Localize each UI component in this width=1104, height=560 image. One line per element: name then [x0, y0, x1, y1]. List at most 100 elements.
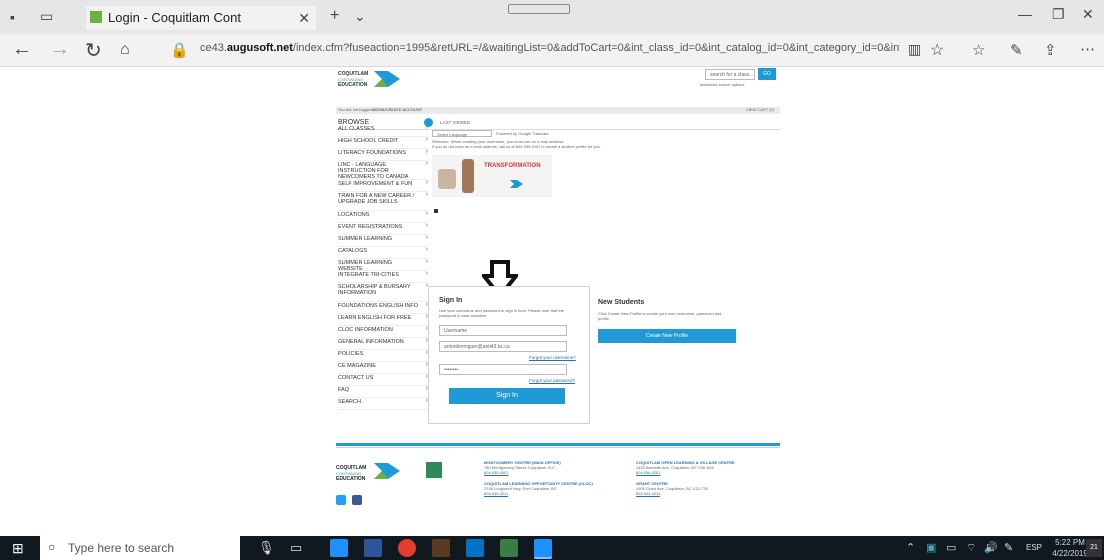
back-icon[interactable]: ← [12, 38, 32, 61]
sidebar-item[interactable]: SEARCH › [338, 397, 428, 410]
sign-in-button[interactable]: Sign In [449, 388, 565, 404]
edge-icon[interactable] [330, 539, 348, 557]
sidebar-item-label: HIGH SCHOOL CREDIT [338, 138, 399, 144]
chrome-icon[interactable] [398, 539, 416, 557]
tab-title: Login - Coquitlam Cont [108, 10, 241, 25]
drag-handle-icon [508, 4, 570, 14]
sidebar-item[interactable]: LINC - LANGUAGE INSTRUCTION FOR NEWCOMER… [338, 160, 428, 180]
home-icon[interactable]: ⌂ [120, 41, 130, 59]
sidebar-item-label: CLOC INFORMATION [338, 327, 393, 333]
browser-tab[interactable]: Login - Coquitlam Cont ✕ [86, 6, 316, 30]
site-logo[interactable]: COQUITLAM CONTINUING EDUCATION [338, 71, 368, 88]
sidebar-item-label: FAQ [338, 387, 350, 393]
advanced-search-link[interactable]: advanced search options [700, 82, 744, 87]
forgot-password-link[interactable]: Forgot your password? [529, 378, 575, 383]
minimize-icon[interactable]: — [1018, 6, 1032, 22]
banner-figure-1 [438, 169, 456, 189]
chevron-right-icon: › [425, 124, 428, 131]
language-select[interactable]: Select Language [432, 130, 492, 137]
footer-col-1: MONTGOMERY CENTRE (MAIN OFFICE) 780 Mont… [484, 460, 614, 496]
photos-icon[interactable] [500, 539, 518, 557]
favorite-star-icon[interactable]: ☆ [930, 40, 944, 60]
facebook-icon[interactable] [352, 495, 362, 505]
more-icon[interactable]: ⋯ [1080, 40, 1095, 58]
battery-icon[interactable]: ▭ [946, 541, 956, 554]
create-account-link[interactable]: LOGIN/CREATE ACCOUNT [372, 107, 422, 112]
footer-col-2: COQUITLAM OPEN LEARNING & VILLAGE CENTRE… [636, 460, 776, 496]
email-field[interactable]: antonbmmguer@anti43.bc.ca [439, 341, 567, 352]
view-cart-link[interactable]: VIEW CART (0) [746, 107, 774, 112]
password-field[interactable]: •••••••• [439, 364, 567, 375]
sidebar-item-label: POLICIES [338, 351, 364, 357]
task-view-icon[interactable]: ▭ [290, 540, 302, 556]
sidebar-item-label: EVENT REGISTRATIONS [338, 224, 403, 230]
share-icon[interactable]: ⇪ [1044, 41, 1057, 59]
pen-icon[interactable]: ✎ [1010, 41, 1023, 59]
promo-banner[interactable]: TRANSFORMATION [432, 155, 552, 197]
sidebar-item[interactable]: SCHOLARSHIP & BURSARY INFORMATION › [338, 282, 428, 302]
edge-active-icon[interactable] [534, 539, 552, 559]
sidebar-item-label: CONTACT US [338, 375, 374, 381]
last-viewed-tab[interactable]: LAST VIEWED [440, 120, 470, 125]
footer-rule-2 [336, 447, 780, 448]
windows-start-icon[interactable]: ⊞ [12, 540, 24, 557]
sidebar-item-label: ALL CLASSES [338, 126, 375, 132]
taskbar-search-box[interactable]: ○ Type here to search [40, 536, 240, 560]
language-indicator[interactable]: ESP [1026, 543, 1042, 552]
url-domain: augusoft.net [226, 42, 293, 54]
outlook-icon[interactable] [466, 539, 484, 557]
tab-dropdown-icon[interactable]: ⌄ [354, 8, 366, 25]
lock-icon: 🔒 [170, 42, 189, 59]
chevron-right-icon: › [425, 191, 428, 198]
app-icon[interactable] [432, 539, 450, 557]
refresh-icon[interactable]: ↻ [85, 38, 102, 63]
new-students-title: New Students [598, 299, 645, 306]
search-circle-icon: ○ [48, 540, 56, 554]
footer-col1b-phone[interactable]: 604.945.4211 [484, 491, 614, 496]
windows-taskbar: ⊞ ○ Type here to search 🎙 ▭ ⌃ ▣ ▭ ⌔ 🔊 ✎ … [0, 536, 1104, 560]
sidebar-item[interactable]: TRAIN FOR A NEW CAREER / UPGRADE JOB SKI… [338, 191, 428, 211]
wifi-icon[interactable]: ⌔ [966, 541, 976, 555]
close-window-icon[interactable]: ✕ [1082, 6, 1094, 23]
clock[interactable]: 5:22 PM 4/22/2019 [1050, 537, 1090, 559]
favorites-hub-icon[interactable]: ☆ [972, 41, 985, 59]
tray-app-icon[interactable]: ▣ [926, 541, 936, 554]
chevron-right-icon: › [425, 148, 428, 155]
microphone-icon[interactable]: 🎙 [258, 540, 275, 556]
url-field[interactable]: ce43.augusoft.net/index.cfm?fuseaction=1… [200, 42, 900, 54]
header-search-input[interactable]: search for a class... [705, 69, 755, 80]
sidebar-item-label: TRAIN FOR A NEW CAREER / UPGRADE JOB SKI… [338, 193, 415, 205]
window-menu-icon[interactable]: ▪ [10, 9, 15, 25]
volume-icon[interactable]: 🔊 [984, 541, 998, 554]
chevron-right-icon: › [425, 160, 428, 167]
go-button[interactable]: GO [758, 68, 776, 80]
browser-title-bar: ▪ ▭ Login - Coquitlam Cont ✕ + ⌄ — ❐ ✕ [0, 0, 1104, 34]
twitter-icon[interactable] [336, 495, 346, 505]
footer-col2b-phone[interactable]: 604.945.4211 [636, 491, 776, 496]
action-center-icon[interactable]: 21 [1086, 539, 1102, 557]
restore-icon[interactable]: ❐ [1052, 6, 1065, 23]
tray-chevron-icon[interactable]: ⌃ [906, 541, 915, 554]
chevron-right-icon: › [425, 136, 428, 143]
sidebar-item-label: SCHOLARSHIP & BURSARY INFORMATION [338, 284, 411, 296]
chevron-right-icon: › [425, 234, 428, 241]
new-tab-icon[interactable]: + [330, 7, 339, 25]
forgot-username-link[interactable]: Forgot your username? [529, 355, 576, 360]
tab-favicon-icon [90, 11, 102, 23]
sidebar-item-label: SUMMER LEARNING [338, 236, 393, 242]
welcome-text-2: If you do not have an e-mail address, ca… [432, 144, 601, 149]
chevron-right-icon: › [425, 210, 428, 217]
forward-icon[interactable]: → [50, 38, 70, 61]
create-new-profile-button[interactable]: Create New Profile [598, 329, 736, 343]
sidebar-item-label: SELF IMPROVEMENT & FUN [338, 181, 413, 187]
reading-view-icon[interactable]: ▥ [908, 41, 921, 58]
word-icon[interactable] [364, 539, 382, 557]
chevron-right-icon: › [425, 246, 428, 253]
tab-list-icon[interactable]: ▭ [40, 8, 53, 25]
chevron-right-icon: › [425, 222, 428, 229]
clock-time: 5:22 PM [1055, 538, 1085, 547]
taskbar-search-placeholder: Type here to search [68, 541, 175, 555]
username-select[interactable]: Username [439, 325, 567, 336]
close-tab-icon[interactable]: ✕ [298, 6, 310, 30]
pen-tray-icon[interactable]: ✎ [1004, 541, 1013, 554]
